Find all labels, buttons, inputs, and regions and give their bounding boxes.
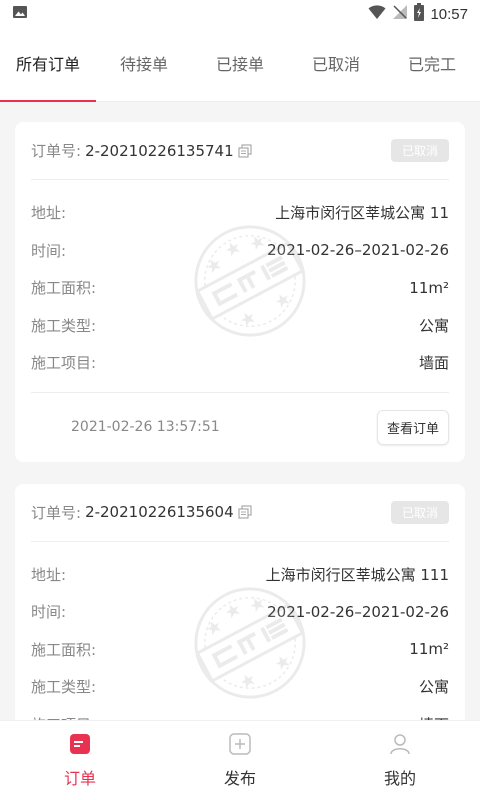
status-badge: 已取消 xyxy=(390,139,449,162)
order-number-label: 订单号: xyxy=(31,503,82,522)
tab-all-orders[interactable]: 所有订单 xyxy=(0,28,96,102)
area-label: 施工面积: xyxy=(31,640,97,659)
nav-profile[interactable]: 我的 xyxy=(340,733,460,789)
project-row: 施工项目: 墙面 xyxy=(31,344,449,382)
nav-orders[interactable]: 订单 xyxy=(20,733,140,789)
project-row: 施工项目: 墙面 xyxy=(31,706,449,720)
area-row: 施工面积: 11m² xyxy=(31,269,449,307)
order-card: 订单号: 2-20210226135741 已取消 地址: 上海市闵行区莘城公寓… xyxy=(15,122,465,462)
order-card-footer: 2021-02-26 13:57:51 查看订单 xyxy=(31,391,449,462)
order-details: 地址: 上海市闵行区莘城公寓 11 时间: 2021-02-26–2021-02… xyxy=(31,180,449,392)
copy-icon[interactable] xyxy=(238,143,252,158)
nav-publish-label: 发布 xyxy=(223,768,256,788)
order-number: 订单号: 2-20210226135741 xyxy=(31,140,252,161)
order-details: 地址: 上海市闵行区莘城公寓 111 时间: 2021-02-26–2021-0… xyxy=(31,542,449,720)
no-signal-icon xyxy=(392,4,408,24)
area-row: 施工面积: 11m² xyxy=(31,631,449,669)
tab-accepted[interactable]: 已接单 xyxy=(192,28,288,102)
time-label: 时间: xyxy=(31,241,67,260)
order-number-value: 2-20210226135604 xyxy=(85,503,234,521)
order-card: 订单号: 2-20210226135604 已取消 地址: 上海市闵行区莘城公寓… xyxy=(15,483,465,720)
view-order-button[interactable]: 查看订单 xyxy=(376,409,449,445)
tab-completed[interactable]: 已完工 xyxy=(384,28,480,102)
type-row: 施工类型: 公寓 xyxy=(31,668,449,706)
time-row: 时间: 2021-02-26–2021-02-26 xyxy=(31,593,449,631)
type-value: 公寓 xyxy=(418,678,449,697)
type-row: 施工类型: 公寓 xyxy=(31,307,449,345)
order-card-header: 订单号: 2-20210226135604 已取消 xyxy=(31,484,449,542)
project-value: 墙面 xyxy=(418,354,449,373)
profile-icon xyxy=(389,733,411,759)
tab-cancelled[interactable]: 已取消 xyxy=(288,28,384,102)
image-notification-icon xyxy=(12,4,28,24)
area-value: 11m² xyxy=(409,278,449,297)
time-value: 2021-02-26–2021-02-26 xyxy=(267,241,449,260)
area-value: 11m² xyxy=(409,640,449,659)
area-label: 施工面积: xyxy=(31,279,97,298)
address-label: 地址: xyxy=(31,204,67,223)
address-row: 地址: 上海市闵行区莘城公寓 11 xyxy=(31,194,449,232)
order-card-header: 订单号: 2-20210226135741 已取消 xyxy=(31,122,449,180)
address-label: 地址: xyxy=(31,565,67,584)
order-list[interactable]: 订单号: 2-20210226135741 已取消 地址: 上海市闵行区莘城公寓… xyxy=(0,102,480,720)
address-value: 上海市闵行区莘城公寓 111 xyxy=(265,565,449,584)
bottom-nav: 订单 发布 我的 xyxy=(0,720,480,800)
copy-icon[interactable] xyxy=(238,505,252,519)
publish-icon xyxy=(229,732,251,759)
created-time: 2021-02-26 13:57:51 xyxy=(71,419,220,435)
type-label: 施工类型: xyxy=(31,316,97,335)
orders-icon xyxy=(69,733,91,759)
status-bar: 10:57 xyxy=(0,0,480,28)
type-label: 施工类型: xyxy=(31,678,97,697)
time-row: 时间: 2021-02-26–2021-02-26 xyxy=(31,232,449,270)
type-value: 公寓 xyxy=(418,316,449,335)
time-label: 时间: xyxy=(31,603,67,622)
order-tabs: 所有订单 待接单 已接单 已取消 已完工 xyxy=(0,28,480,102)
nav-profile-label: 我的 xyxy=(383,768,416,788)
address-row: 地址: 上海市闵行区莘城公寓 111 xyxy=(31,556,449,594)
order-number-label: 订单号: xyxy=(31,142,82,160)
order-number: 订单号: 2-20210226135604 xyxy=(31,502,252,523)
address-value: 上海市闵行区莘城公寓 11 xyxy=(275,204,449,223)
clock: 10:57 xyxy=(430,5,468,23)
project-label: 施工项目: xyxy=(31,354,97,373)
nav-orders-label: 订单 xyxy=(63,768,96,788)
tab-pending[interactable]: 待接单 xyxy=(96,28,192,102)
wifi-icon xyxy=(368,4,386,24)
order-number-value: 2-20210226135741 xyxy=(85,141,234,160)
battery-icon xyxy=(414,3,425,25)
time-value: 2021-02-26–2021-02-26 xyxy=(267,602,449,621)
nav-publish[interactable]: 发布 xyxy=(180,732,300,789)
status-badge: 已取消 xyxy=(390,500,449,524)
